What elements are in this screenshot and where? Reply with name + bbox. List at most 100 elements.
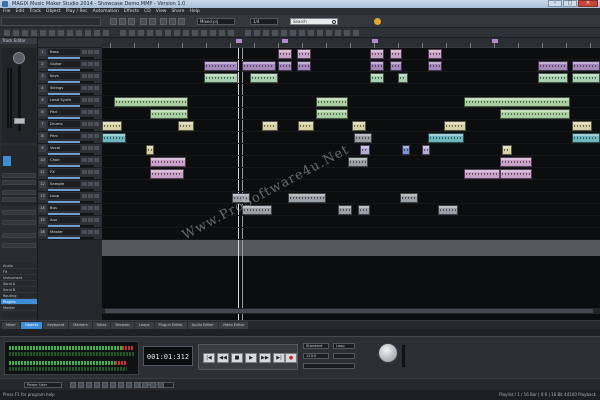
split-tool-button[interactable] [169,18,176,25]
audio-clip[interactable] [438,205,458,215]
toolbar-button[interactable] [174,30,180,36]
mute-button[interactable] [82,86,87,90]
bottom-toolbar-button[interactable] [94,382,100,388]
menu-item[interactable]: Automation [93,9,119,14]
menu-item[interactable]: Share [171,9,184,14]
grid-select[interactable]: 1/4 [250,18,278,25]
toolbar-button[interactable] [22,30,28,36]
audio-clip[interactable] [262,121,278,131]
track-lane[interactable] [102,192,600,204]
toolbar-button[interactable] [308,30,314,36]
audio-clip[interactable] [204,73,238,83]
pan-knob[interactable] [13,52,25,64]
track-name[interactable]: Guitar [48,61,80,67]
bottom-tab[interactable]: Takes [92,322,111,329]
toolbar-button[interactable] [245,30,251,36]
menu-item[interactable]: Help [189,9,199,14]
stop-button[interactable]: ■ [231,353,243,363]
undo-button[interactable] [140,18,147,25]
bottom-tab[interactable]: Plug-in Editor [154,322,187,329]
audio-clip[interactable] [146,145,154,155]
audio-clip[interactable] [572,133,600,143]
toolbar-button[interactable] [281,30,287,36]
toolbar-button[interactable] [263,30,269,36]
record-arm-button[interactable] [94,182,99,186]
track-header[interactable]: 13 Loop [38,192,102,204]
toolbar-button[interactable] [290,30,296,36]
zoom-tool-button[interactable] [178,18,185,25]
bottom-tab[interactable]: Audio Editor [187,322,218,329]
menu-item[interactable]: View [156,9,167,14]
audio-clip[interactable] [178,121,194,131]
solo-button[interactable] [88,158,93,162]
bottom-toolbar-button[interactable] [70,382,76,388]
menu-item[interactable]: CD [144,9,151,14]
inspector-row[interactable] [2,190,36,195]
track-volume-slider[interactable] [48,57,94,59]
audio-clip[interactable] [250,73,278,83]
toolbar-button[interactable] [192,30,198,36]
mute-button[interactable] [82,206,87,210]
mute-button[interactable] [82,62,87,66]
audio-clip[interactable] [348,157,368,167]
track-volume-slider[interactable] [48,69,94,71]
mute-button[interactable] [82,50,87,54]
toolbar-button[interactable] [165,30,171,36]
scrollbar-thumb[interactable] [105,309,593,313]
track-header[interactable]: 9 Vocal [38,144,102,156]
track-header[interactable]: 8 Perc [38,132,102,144]
solo-button[interactable] [88,110,93,114]
audio-clip[interactable] [102,133,126,143]
track-header[interactable]: 10 Choir [38,156,102,168]
menu-item[interactable]: Object [46,9,61,14]
track-volume-slider[interactable] [48,93,94,95]
toolbar-button[interactable] [228,30,234,36]
audio-clip[interactable] [572,73,600,83]
toolbar-button[interactable] [210,30,216,36]
track-name[interactable]: Loop [48,193,80,199]
track-volume-slider[interactable] [48,141,94,143]
bottom-toolbar-button[interactable] [118,382,124,388]
solo-button[interactable] [88,182,93,186]
timeline-marker[interactable] [236,39,242,43]
audio-clip[interactable] [398,73,408,83]
record-arm-button[interactable] [94,230,99,234]
track-volume-slider[interactable] [48,213,94,215]
toolbar-button[interactable] [183,30,189,36]
bottom-toolbar-button[interactable] [158,382,164,388]
bottom-toolbar-button[interactable] [78,382,84,388]
menu-item[interactable]: Effects [124,9,139,14]
record-arm-button[interactable] [94,86,99,90]
menu-item[interactable]: Play / Rec [66,9,88,14]
record-arm-button[interactable] [94,50,99,54]
bottom-tab[interactable]: Browser [111,322,135,329]
timeline-ruler[interactable] [102,38,600,48]
redo-button[interactable] [149,18,156,25]
inspector-row[interactable] [2,173,36,178]
audio-clip[interactable] [278,49,292,59]
track-volume-slider[interactable] [48,117,94,119]
track-volume-slider[interactable] [48,201,94,203]
toolbar-button[interactable] [335,30,341,36]
solo-button[interactable] [88,170,93,174]
track-volume-slider[interactable] [48,177,94,179]
audio-clip[interactable] [464,169,500,179]
track-header[interactable]: 1 Bass [38,48,102,60]
toolbar-button[interactable] [103,30,109,36]
inspector-row[interactable] [2,180,36,185]
solo-button[interactable] [88,86,93,90]
audio-clip[interactable] [444,121,466,131]
audio-clip[interactable] [316,97,348,107]
toolbar-button[interactable] [129,30,135,36]
mute-button[interactable] [82,122,87,126]
track-volume-slider[interactable] [48,129,94,131]
toolbar-button[interactable] [49,30,55,36]
inspector-row[interactable] [2,197,36,202]
audio-clip[interactable] [150,157,186,167]
mute-button[interactable] [82,134,87,138]
record-arm-button[interactable] [94,194,99,198]
inspector-item[interactable]: Master [1,305,37,311]
audio-clip[interactable] [150,169,184,179]
audio-clip[interactable] [297,61,311,71]
toolbar-button[interactable] [219,30,225,36]
